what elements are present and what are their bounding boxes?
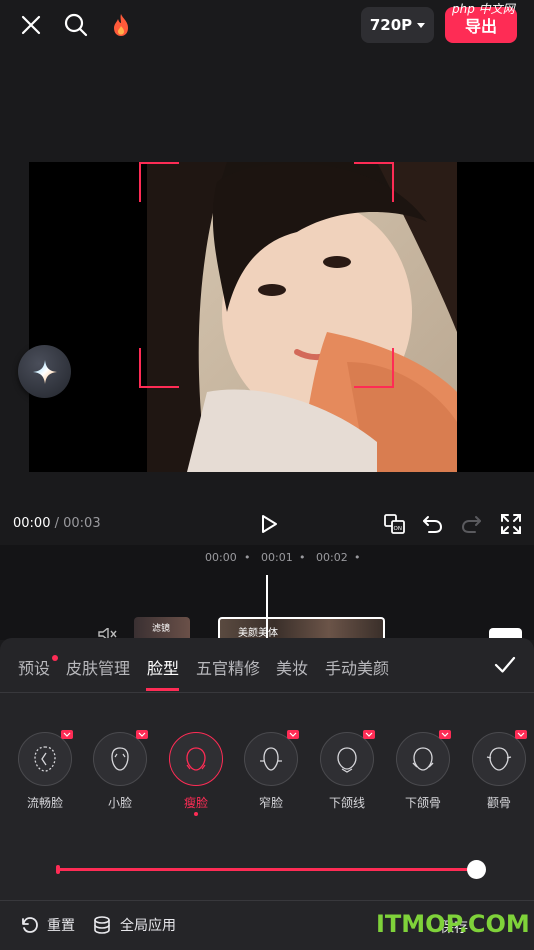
resolution-label: 720P: [369, 16, 413, 34]
option-label: 窄脸: [258, 796, 283, 810]
face-outline-icon: [412, 747, 434, 771]
option-smooth-face[interactable]: 流畅脸: [18, 730, 73, 810]
option-label: 小脸: [107, 796, 132, 810]
vip-badge-icon: [439, 730, 451, 739]
ai-magic-button[interactable]: [18, 345, 71, 398]
face-outline-icon: [486, 747, 512, 771]
face-frame-corner: [139, 348, 179, 388]
tab-makeup[interactable]: 美妆: [276, 655, 308, 679]
svg-text:ON: ON: [394, 526, 402, 532]
option-small-face[interactable]: 小脸: [93, 730, 148, 810]
tick-dot: •: [354, 551, 361, 564]
vip-badge-icon: [61, 730, 73, 739]
tick-label: 00:00: [205, 551, 237, 564]
reset-button[interactable]: 重置: [19, 915, 75, 935]
option-jawline[interactable]: 下颌线: [320, 730, 375, 810]
tick-dot: •: [244, 551, 251, 564]
resolution-button[interactable]: 720P: [361, 7, 434, 43]
new-badge-dot: [52, 655, 58, 661]
option-circle: [18, 730, 73, 786]
face-outline-icon: [260, 747, 282, 771]
face-outline-icon: [34, 746, 56, 772]
filter-clip-label: 滤镜: [152, 624, 171, 634]
vip-badge-icon: [136, 730, 148, 739]
vip-badge-icon: [363, 730, 375, 739]
tick-label: 00:01: [261, 551, 293, 564]
tab-features[interactable]: 五官精修: [196, 655, 260, 679]
time-display: 00:00 / 00:03: [13, 516, 101, 531]
option-cheekbone[interactable]: 颧骨: [472, 730, 527, 810]
beauty-tabs: 预设 皮肤管理 脸型 五官精修 美妆 手动美颜: [0, 650, 534, 690]
watermark-itmop: ITMOP.COM: [376, 910, 530, 938]
fullscreen-icon[interactable]: [499, 512, 523, 536]
video-clip-label: 美颜美体: [238, 628, 278, 639]
time-separator: /: [50, 516, 64, 531]
option-circle: [396, 730, 451, 786]
tick-label: 00:02: [316, 551, 348, 564]
option-label: 瘦脸: [183, 796, 208, 810]
tick-dot: •: [299, 551, 306, 564]
option-circle: [472, 730, 527, 786]
vip-badge-icon: [287, 730, 299, 739]
intensity-slider-thumb[interactable]: [467, 860, 486, 879]
selected-indicator-dot: [194, 812, 198, 816]
tabs-divider: [0, 692, 534, 693]
option-label: 下颌线: [328, 796, 365, 810]
search-icon[interactable]: [63, 12, 89, 38]
apply-all-button[interactable]: 全局应用: [92, 915, 176, 935]
preview-photo: [147, 162, 457, 472]
option-narrow-face[interactable]: 窄脸: [244, 730, 299, 810]
tab-manual[interactable]: 手动美颜: [325, 655, 389, 679]
tab-face-shape[interactable]: 脸型: [147, 655, 179, 679]
tab-preset[interactable]: 预设: [18, 655, 50, 679]
duration: 00:03: [63, 516, 101, 531]
option-label: 下颌骨: [404, 796, 441, 810]
vip-badge-icon: [515, 730, 527, 739]
option-circle: [169, 732, 223, 786]
option-label: 流畅脸: [26, 796, 63, 810]
option-circle: [244, 730, 299, 786]
top-bar: 720P 导出 php 中文网: [0, 0, 534, 50]
reset-label: 重置: [47, 918, 75, 934]
option-circle: [320, 730, 375, 786]
redo-icon[interactable]: [460, 512, 484, 536]
flame-icon[interactable]: [108, 12, 134, 38]
close-icon[interactable]: [18, 12, 44, 38]
layers-icon: [94, 916, 110, 934]
face-frame-corner: [139, 162, 179, 202]
watermark-php: php 中文网: [452, 2, 515, 16]
caret-down-icon: [417, 22, 426, 28]
confirm-check-icon[interactable]: [494, 654, 516, 676]
face-frame-corner: [354, 162, 394, 202]
playhead[interactable]: [266, 575, 268, 640]
play-icon[interactable]: [256, 512, 280, 536]
sparkle-icon: [32, 359, 57, 384]
undo-icon[interactable]: [420, 512, 444, 536]
option-label: 颧骨: [486, 796, 511, 810]
compare-icon[interactable]: ON: [383, 512, 407, 536]
tab-skin[interactable]: 皮肤管理: [66, 655, 130, 679]
current-time: 00:00: [13, 516, 51, 531]
face-frame-corner: [354, 348, 394, 388]
apply-all-label: 全局应用: [120, 918, 176, 934]
option-circle: [93, 730, 148, 786]
face-outline-icon: [111, 747, 129, 771]
face-outline-icon: [337, 747, 357, 773]
bottom-divider: [0, 900, 534, 901]
option-slim-face[interactable]: 瘦脸: [169, 732, 223, 810]
active-tab-indicator: [146, 688, 179, 691]
reset-icon: [22, 917, 38, 933]
face-outline-icon: [186, 747, 206, 771]
option-jawbone[interactable]: 下颌骨: [396, 730, 451, 810]
intensity-slider-track[interactable]: [58, 868, 477, 871]
